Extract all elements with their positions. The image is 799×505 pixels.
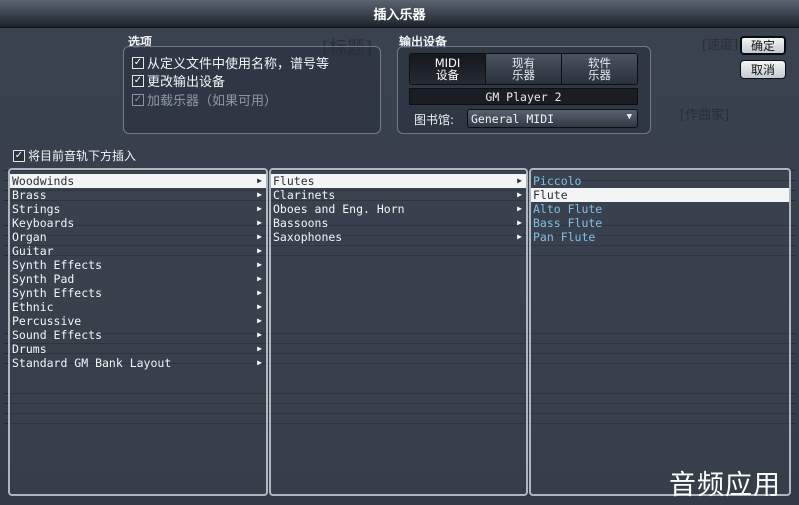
submenu-arrow-icon: ▶ xyxy=(257,246,262,255)
ok-button[interactable]: 确定 xyxy=(740,36,786,55)
instrument-group-list[interactable]: Flutes ▶ Clarinets ▶ Oboes and Eng. Horn ▶ … xyxy=(269,168,528,496)
device-name-field[interactable]: GM Player 2 xyxy=(409,88,638,105)
list-item[interactable]: Synth Pad ▶ xyxy=(10,272,266,286)
instrument-list[interactable]: Piccolo Flute Alto Flute Bass Flute Pan … xyxy=(529,168,791,496)
insert-below-label: 将目前音轨下方插入 xyxy=(28,149,137,163)
list-item[interactable]: Bassoons ▶ xyxy=(271,216,526,230)
submenu-arrow-icon: ▶ xyxy=(517,190,522,199)
library-label: 图书馆: xyxy=(414,113,455,127)
submenu-arrow-icon: ▶ xyxy=(257,288,262,297)
list-item[interactable]: Bass Flute xyxy=(531,216,789,230)
list-item[interactable]: Brass ▶ xyxy=(10,188,266,202)
list-item[interactable]: Flutes ▶ xyxy=(271,174,526,188)
library-select[interactable]: General MIDI ▼ xyxy=(467,109,638,128)
submenu-arrow-icon: ▶ xyxy=(257,302,262,311)
list-item[interactable]: Saxophones ▶ xyxy=(271,230,526,244)
list-item[interactable]: Woodwinds ▶ xyxy=(10,174,266,188)
submenu-arrow-icon: ▶ xyxy=(257,232,262,241)
list-item[interactable]: Standard GM Bank Layout ▶ xyxy=(10,356,266,370)
dialog-title: 插入乐器 xyxy=(373,8,426,23)
submenu-arrow-icon: ▶ xyxy=(517,204,522,213)
checkbox-icon: ✓ xyxy=(132,93,144,106)
list-item[interactable]: Pan Flute xyxy=(531,230,789,244)
checkbox-icon: ✓ xyxy=(132,56,144,69)
list-item[interactable]: Clarinets ▶ xyxy=(271,188,526,202)
use-names-checkbox[interactable]: ✓ 从定义文件中使用名称，谱号等 xyxy=(132,53,329,72)
list-item[interactable]: Piccolo xyxy=(531,174,789,188)
cancel-button[interactable]: 取消 xyxy=(740,60,786,79)
list-item[interactable]: Strings ▶ xyxy=(10,202,266,216)
load-instruments-label: 加载乐器（如果可用） xyxy=(147,94,278,109)
submenu-arrow-icon: ▶ xyxy=(517,232,522,241)
change-output-checkbox[interactable]: ✓ 更改输出设备 xyxy=(132,71,225,90)
checkbox-icon: ✓ xyxy=(132,74,144,87)
list-item[interactable]: Keyboards ▶ xyxy=(10,216,266,230)
submenu-arrow-icon: ▶ xyxy=(257,176,262,185)
tab-existing-instrument[interactable]: 现有 乐器 xyxy=(486,54,562,84)
instrument-family-list[interactable]: Woodwinds ▶ Brass ▶ Strings ▶ Keyboards ▶ Or… xyxy=(8,168,268,496)
submenu-arrow-icon: ▶ xyxy=(517,176,522,185)
library-value: General MIDI xyxy=(471,111,555,126)
list-item[interactable]: Synth Effects ▶ xyxy=(10,258,266,272)
list-item[interactable]: Percussive ▶ xyxy=(10,314,266,328)
submenu-arrow-icon: ▶ xyxy=(257,316,262,325)
list-item[interactable]: Flute xyxy=(531,188,789,202)
submenu-arrow-icon: ▶ xyxy=(517,218,522,227)
list-item[interactable]: Drums ▶ xyxy=(10,342,266,356)
output-type-segmented: MIDI 设备 现有 乐器 软件 乐器 xyxy=(409,53,638,85)
dropdown-arrow-icon: ▼ xyxy=(626,112,632,122)
submenu-arrow-icon: ▶ xyxy=(257,274,262,283)
list-item[interactable]: Organ ▶ xyxy=(10,230,266,244)
insert-below-checkbox[interactable]: ✓ 将目前音轨下方插入 xyxy=(13,147,136,164)
use-names-label: 从定义文件中使用名称，谱号等 xyxy=(147,57,330,72)
dialog-titlebar: 插入乐器 xyxy=(0,0,799,28)
list-item[interactable]: Guitar ▶ xyxy=(10,244,266,258)
submenu-arrow-icon: ▶ xyxy=(257,218,262,227)
list-item[interactable]: Sound Effects ▶ xyxy=(10,328,266,342)
watermark-text: 音频应用 xyxy=(669,470,781,501)
list-item[interactable]: Oboes and Eng. Horn ▶ xyxy=(271,202,526,216)
list-item[interactable]: Alto Flute xyxy=(531,202,789,216)
load-instruments-checkbox: ✓ 加载乐器（如果可用） xyxy=(132,90,277,109)
score-composer: [作曲家] xyxy=(680,108,730,123)
checkbox-icon: ✓ xyxy=(13,149,25,162)
change-output-label: 更改输出设备 xyxy=(147,75,226,90)
score-tempo: [速度] xyxy=(702,38,739,53)
submenu-arrow-icon: ▶ xyxy=(257,344,262,353)
tab-midi-device[interactable]: MIDI 设备 xyxy=(410,54,486,84)
submenu-arrow-icon: ▶ xyxy=(257,204,262,213)
list-item[interactable]: Synth Effects ▶ xyxy=(10,286,266,300)
submenu-arrow-icon: ▶ xyxy=(257,330,262,339)
submenu-arrow-icon: ▶ xyxy=(257,190,262,199)
tab-software-instrument[interactable]: 软件 乐器 xyxy=(562,54,637,84)
list-item[interactable]: Ethnic ▶ xyxy=(10,300,266,314)
submenu-arrow-icon: ▶ xyxy=(257,358,262,367)
submenu-arrow-icon: ▶ xyxy=(257,260,262,269)
